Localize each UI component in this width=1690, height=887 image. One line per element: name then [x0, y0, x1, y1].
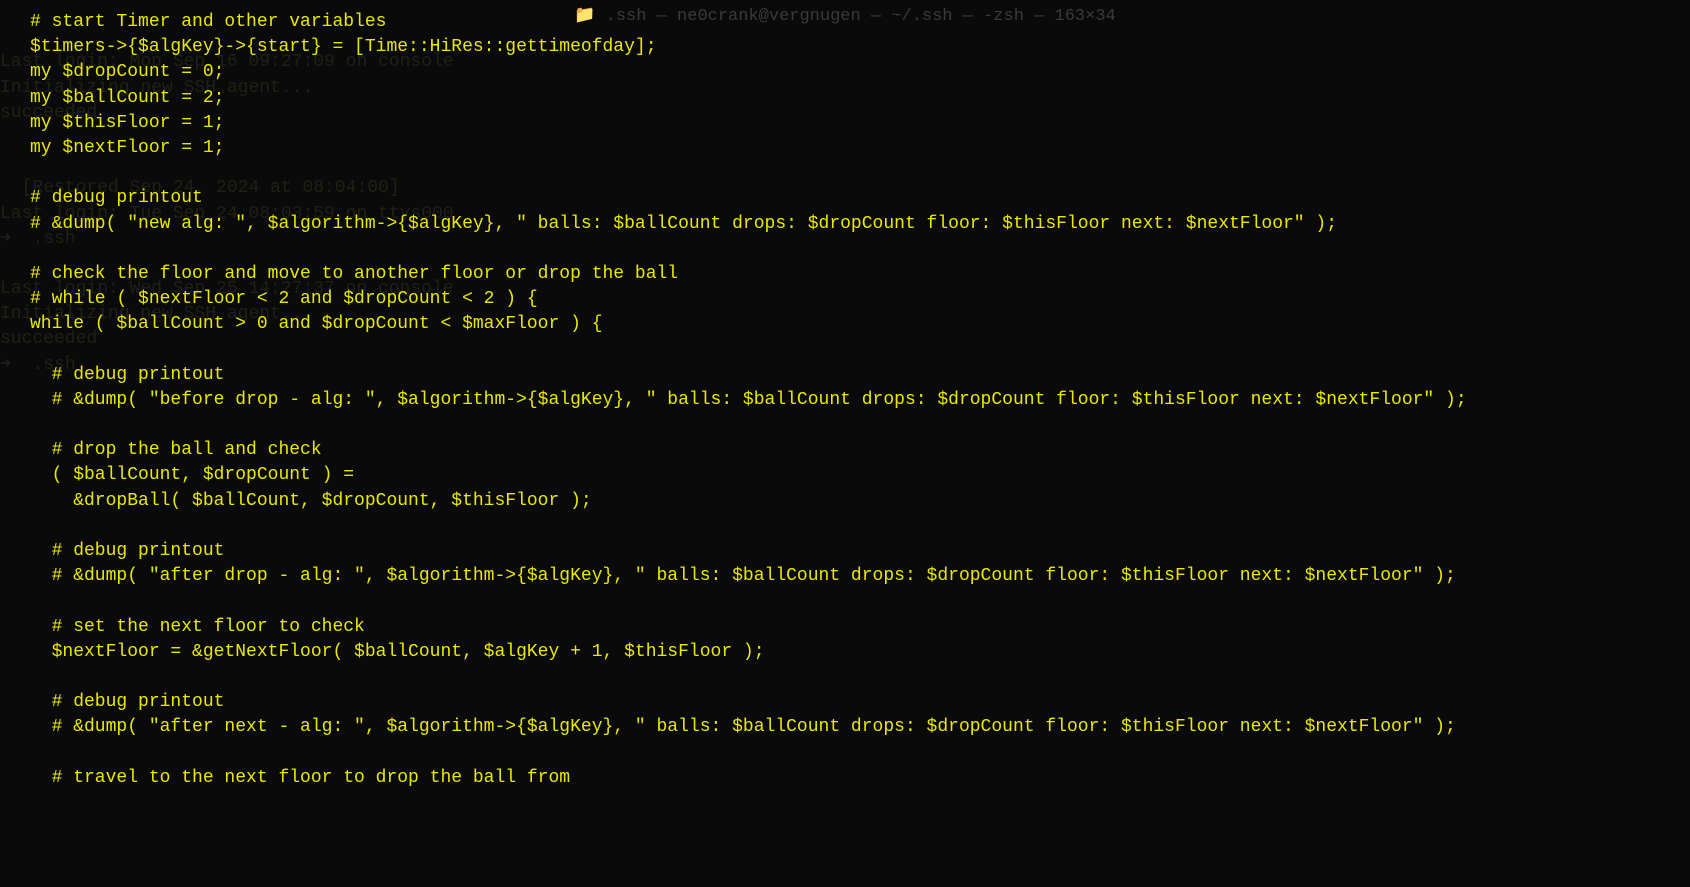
code-line [30, 665, 1690, 690]
code-line: # while ( $nextFloor < 2 and $dropCount … [30, 287, 1690, 312]
code-line [30, 161, 1690, 186]
code-line: $nextFloor = &getNextFloor( $ballCount, … [30, 640, 1690, 665]
code-line [30, 337, 1690, 362]
code-line: my $dropCount = 0; [30, 60, 1690, 85]
code-line: # debug printout [30, 186, 1690, 211]
code-line: &dropBall( $ballCount, $dropCount, $this… [30, 489, 1690, 514]
code-line [30, 413, 1690, 438]
code-line [30, 589, 1690, 614]
code-line: # start Timer and other variables [30, 10, 1690, 35]
code-line: # debug printout [30, 539, 1690, 564]
code-line: ( $ballCount, $dropCount ) = [30, 463, 1690, 488]
code-line: # &dump( "new alg: ", $algorithm->{$algK… [30, 212, 1690, 237]
code-line: my $thisFloor = 1; [30, 111, 1690, 136]
code-line: # debug printout [30, 690, 1690, 715]
code-line: # travel to the next floor to drop the b… [30, 766, 1690, 791]
code-line: # &dump( "after next - alg: ", $algorith… [30, 715, 1690, 740]
code-line: # drop the ball and check [30, 438, 1690, 463]
code-line: # debug printout [30, 363, 1690, 388]
code-line: $timers->{$algKey}->{start} = [Time::HiR… [30, 35, 1690, 60]
code-line: while ( $ballCount > 0 and $dropCount < … [30, 312, 1690, 337]
code-line [30, 514, 1690, 539]
code-line: # &dump( "before drop - alg: ", $algorit… [30, 388, 1690, 413]
code-line [30, 237, 1690, 262]
code-line: # &dump( "after drop - alg: ", $algorith… [30, 564, 1690, 589]
code-line: my $nextFloor = 1; [30, 136, 1690, 161]
code-line: # check the floor and move to another fl… [30, 262, 1690, 287]
code-line: my $ballCount = 2; [30, 86, 1690, 111]
code-editor-area[interactable]: # start Timer and other variables$timers… [0, 10, 1690, 791]
code-line [30, 740, 1690, 765]
code-line: # set the next floor to check [30, 615, 1690, 640]
